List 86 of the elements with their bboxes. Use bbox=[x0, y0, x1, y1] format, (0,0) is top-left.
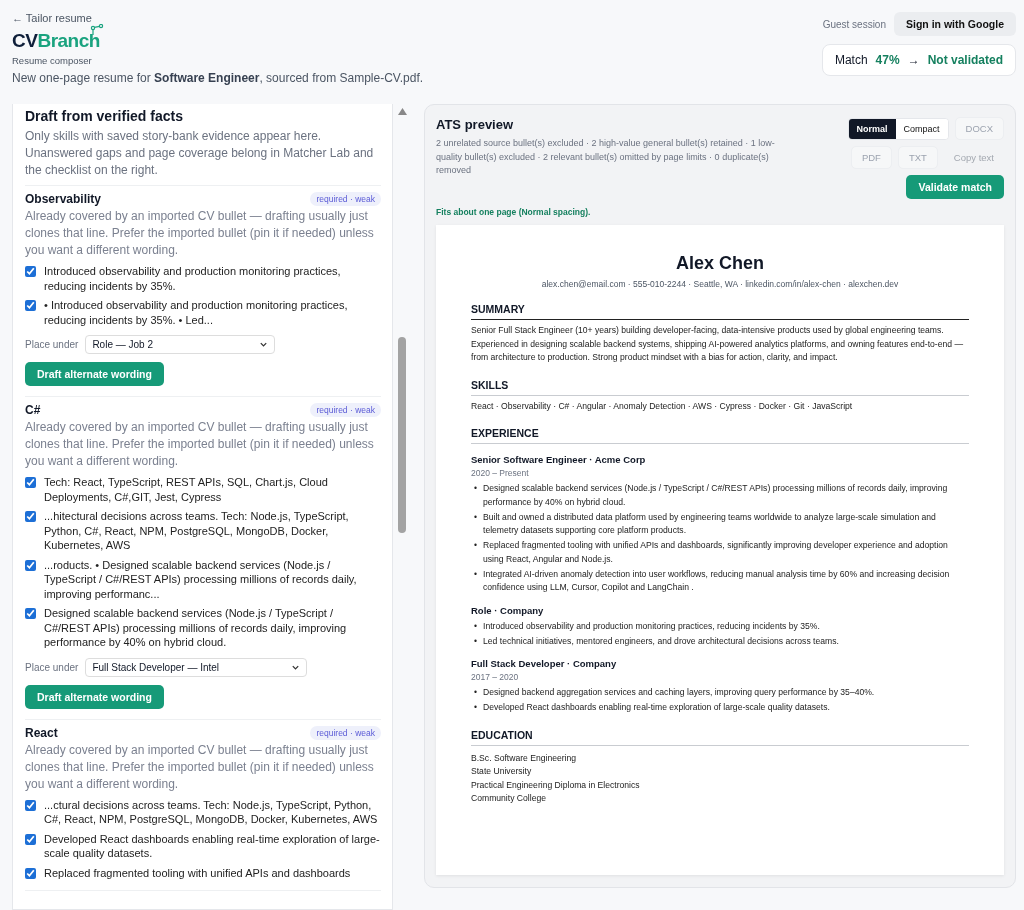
fit-note: Fits about one page (Normal spacing). bbox=[436, 207, 592, 217]
panel-intro: Only skills with saved story-bank evidence appear here. Unanswered gaps and page coverage belong in Matcher Lab and the checklist on the right. bbox=[25, 128, 381, 186]
job-bullet: Integrated AI-driven anomaly detection into user workflows, reducing manual analysis time by 60% and increasing decision confidence using LLM, Cursor, Copilot and LangChain . bbox=[483, 567, 951, 594]
match-score: 47% bbox=[875, 53, 900, 67]
session-label: Guest session bbox=[822, 18, 886, 30]
bullet-checkbox[interactable] bbox=[25, 266, 36, 277]
bullet-glyph: • bbox=[474, 482, 477, 495]
job-title: Senior Software Engineer · Acme Corp bbox=[471, 454, 647, 465]
job-bullet: Designed backend aggregation services and caching layers, improving query performance by 35–40%. bbox=[483, 686, 875, 699]
bullet-glyph: • bbox=[474, 567, 477, 581]
skill-tag: required · weak bbox=[310, 192, 381, 206]
skill-name: React bbox=[25, 725, 58, 740]
section-heading: EXPERIENCE bbox=[471, 427, 969, 444]
bullet-text: Replaced fragmented tooling with unified APIs and dashboards bbox=[44, 865, 351, 880]
bullet-text: • Introduced observability and production monitoring practices, reducing incidents by 35%. • Led... bbox=[44, 298, 349, 327]
resume-name: Alex Chen bbox=[675, 253, 765, 274]
bullet-glyph: • bbox=[474, 686, 477, 699]
back-link[interactable]: ← Tailor resume bbox=[12, 12, 92, 24]
chevron-down-icon bbox=[259, 340, 269, 349]
match-label: Match bbox=[834, 53, 868, 67]
education-line: Community College bbox=[471, 792, 547, 805]
arrow-glyph: → bbox=[907, 53, 920, 67]
place-label: Place under bbox=[25, 339, 79, 350]
bullet-text: Designed scalable backend services (Node.js / TypeScript / C#/REST APIs) processing millions of records daily, improving performance by 40% on hybrid cloud. bbox=[44, 606, 348, 650]
job-dates: 2020 – Present bbox=[471, 468, 530, 478]
place-select[interactable]: Role — Job 2 bbox=[85, 335, 276, 354]
panel-title: Draft from verified facts bbox=[25, 108, 184, 124]
skill-name: Observability bbox=[25, 192, 102, 206]
bullet-checkbox[interactable] bbox=[25, 477, 36, 488]
draft-button[interactable]: Draft alternate wording bbox=[25, 362, 164, 386]
sign-in-button[interactable]: Sign in with Google bbox=[894, 12, 1016, 36]
preview-title: ATS preview bbox=[436, 117, 515, 132]
draft-button[interactable]: Draft alternate wording bbox=[25, 684, 164, 709]
section-heading: EDUCATION bbox=[471, 728, 969, 746]
section-heading: SKILLS bbox=[471, 378, 969, 396]
subtitle: Resume composer bbox=[12, 55, 92, 66]
job-bullet: Developed React dashboards enabling real-time exploration of large-scale quality datasets. bbox=[483, 701, 830, 714]
bullet-glyph: • bbox=[474, 634, 477, 648]
skill-name: C# bbox=[25, 403, 41, 417]
description: New one-page resume for Software Engineer, sourced from Sample-CV.pdf. bbox=[12, 71, 424, 85]
scroll-up-icon[interactable] bbox=[397, 108, 407, 115]
skill-note: Already covered by an imported CV bullet — drafting usually just clones that line. Prefer the imported bullet (pin it if needed) unless you want a different wording. bbox=[25, 208, 375, 259]
education-line: B.Sc. Software Engineering bbox=[471, 751, 578, 765]
job-title: Role · Company bbox=[471, 604, 545, 616]
bullet-text: ...ctural decisions across teams. Tech: Node.js, TypeScript, Python, C#, React, NPM, PostgreSQL, MongoDB, Docker, Kubernetes, AWS bbox=[44, 797, 379, 827]
section-text: Senior Full Stack Engineer (10+ years) building developer-facing, data-intensive products used by global engineering teams. Experienced in designing scalable backend systems, shipping AI-powered analytics platforms, and owning features end-to-end — from architecture to production. Strong product mindset with a bias for action, clarity, and impact. bbox=[471, 324, 965, 364]
bullet-checkbox[interactable] bbox=[25, 300, 36, 311]
validate-button[interactable]: Validate match bbox=[906, 175, 1004, 199]
education-line: Practical Engineering Diploma in Electronics bbox=[471, 778, 641, 792]
job-title: Full Stack Developer · Company bbox=[471, 658, 618, 669]
section-text: React · Observability · C# · Angular · Anomaly Detection · AWS · Cypress · Docker · Git · JavaScript bbox=[471, 399, 854, 413]
skill-tag: required · weak bbox=[310, 725, 381, 740]
skill-note: Already covered by an imported CV bullet — drafting usually just clones that line. Prefer the imported bullet (pin it if needed) unless you want a different wording. bbox=[25, 741, 375, 793]
education-line: State University bbox=[471, 765, 533, 778]
place-select[interactable]: Full Stack Developer — Intel bbox=[85, 657, 308, 677]
spacing-option[interactable]: Normal bbox=[848, 118, 896, 139]
job-dates: 2017 – 2020 bbox=[471, 672, 520, 682]
bullet-glyph: • bbox=[474, 510, 477, 524]
bullet-glyph: • bbox=[474, 539, 477, 552]
bullet-text: ...roducts. • Designed scalable backend services (Node.js / TypeScript / C#/REST APIs) processing millions of records daily, improving performanc... bbox=[44, 557, 358, 601]
job-bullet: Introduced observability and production monitoring practices, reducing incidents by 35%. bbox=[483, 619, 820, 633]
section-heading: SUMMARY bbox=[471, 303, 969, 320]
job-bullet: Built and owned a distributed data platform used by engineering teams worldwide to analyze large-scale simulation and telemetry datasets supporting core platform products. bbox=[483, 510, 937, 537]
skill-tag: required · weak bbox=[310, 403, 381, 417]
job-bullet: Led technical initiatives, mentored engineers, and drove architectural decisions across teams. bbox=[483, 634, 839, 648]
place-label: Place under bbox=[25, 661, 79, 673]
bullet-checkbox[interactable] bbox=[25, 511, 36, 522]
bullet-checkbox[interactable] bbox=[25, 867, 36, 879]
bullet-text: ...hitectural decisions across teams. Tech: Node.js, TypeScript, Python, C#, React, NPM, PostgreSQL, MongoDB, Docker, Kubernetes, AWS bbox=[44, 509, 350, 553]
logo: CVBranch bbox=[12, 24, 105, 52]
job-bullet: Designed scalable backend services (Node.js / TypeScript / C#/REST APIs) processing millions of records daily, improving performance by 40% on hybrid cloud. bbox=[483, 482, 949, 509]
bullet-checkbox[interactable] bbox=[25, 608, 36, 619]
bullet-checkbox[interactable] bbox=[25, 799, 36, 811]
bullet-text: Developed React dashboards enabling real-time exploration of large-scale quality datasets. bbox=[44, 831, 381, 861]
preview-summary: 2 unrelated source bullet(s) excluded · 2 high-value general bullet(s) retained · 1 low-quality bullet(s) excluded · 2 relevant bullet(s) omitted by page limits · 0 duplicate(s) removed bbox=[436, 137, 776, 177]
match-status: Not validated bbox=[927, 53, 1003, 67]
job-bullet: Replaced fragmented tooling with unified APIs and dashboards, significantly improving developer experience and adoption using React, Angular and Node.js. bbox=[483, 539, 949, 566]
bullet-checkbox[interactable] bbox=[25, 833, 36, 845]
resume-contact: alex.chen@email.com · 555-010-2244 · Seattle, WA · linkedin.com/in/alex-chen · alexchen.dev bbox=[540, 279, 900, 289]
skill-note: Already covered by an imported CV bullet — drafting usually just clones that line. Prefer the imported bullet (pin it if needed) unless you want a different wording. bbox=[25, 419, 375, 470]
bullet-text: Tech: React, TypeScript, REST APIs, SQL, Chart.js, Cloud Deployments, C#,GIT, Jest, Cypress bbox=[44, 475, 329, 504]
bullet-text: Introduced observability and production monitoring practices, reducing incidents by 35%. bbox=[44, 264, 342, 293]
bullet-glyph: • bbox=[474, 619, 477, 633]
scrollbar-thumb[interactable] bbox=[398, 337, 406, 533]
bullet-glyph: • bbox=[474, 701, 477, 714]
bullet-checkbox[interactable] bbox=[25, 559, 36, 571]
